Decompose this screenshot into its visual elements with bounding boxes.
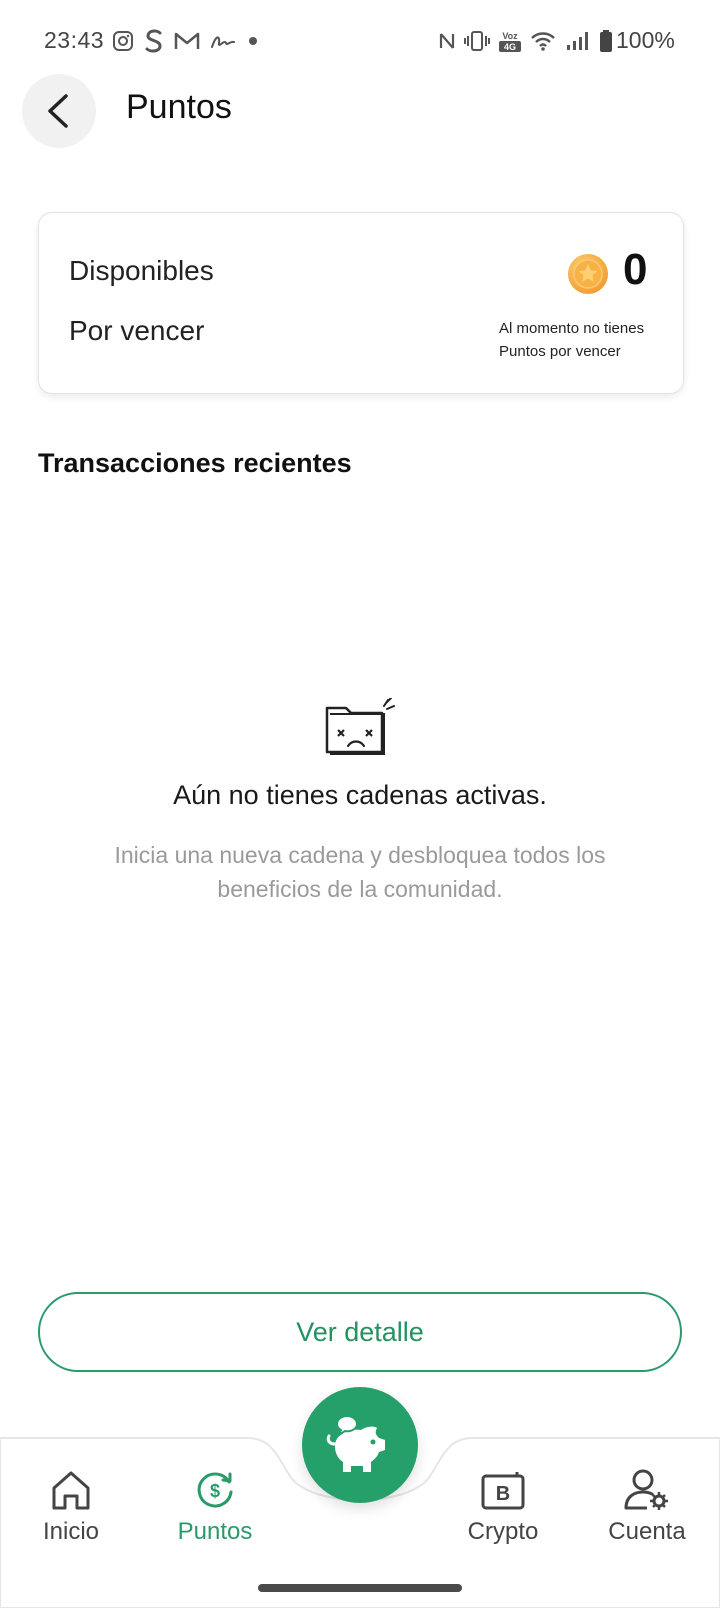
volte-icon: Voz 4G <box>499 31 521 52</box>
sad-folder-icon <box>325 698 395 755</box>
transactions-title: Transacciones recientes <box>38 448 352 478</box>
page-title: Puntos <box>126 88 232 126</box>
back-arrow-icon <box>48 94 68 128</box>
wifi-icon <box>531 32 555 51</box>
coin-icon <box>568 254 608 294</box>
nav-crypto[interactable]: B Crypto <box>443 1468 563 1546</box>
account-settings-icon <box>624 1469 668 1510</box>
nav-cuenta[interactable]: Cuenta <box>587 1468 707 1546</box>
s-icon <box>145 29 162 53</box>
nav-crypto-label: Crypto <box>467 1518 539 1545</box>
nav-inicio[interactable]: Inicio <box>11 1468 131 1546</box>
empty-state-title: Aún no tienes cadenas activas. <box>173 780 547 810</box>
svg-text:$: $ <box>210 1481 220 1501</box>
available-label: Disponibles <box>69 255 214 286</box>
expiring-message-line2: Puntos por vencer <box>499 343 621 360</box>
vibrate-icon <box>464 31 490 51</box>
nav-inicio-label: Inicio <box>42 1518 100 1545</box>
points-card: Disponibles Por vencer 0 Al momento no t… <box>38 212 684 394</box>
empty-state-description: Inicia una nueva cadena y desbloquea tod… <box>60 838 660 906</box>
home-icon <box>52 1471 90 1510</box>
empty-description-line1: Inicia una nueva cadena y desbloquea tod… <box>114 842 606 868</box>
expiring-message-line1: Al momento no tienes <box>499 320 645 337</box>
svg-text:B: B <box>496 1483 510 1505</box>
signature-icon <box>211 36 235 48</box>
svg-text:Voz: Voz <box>502 31 518 41</box>
back-button[interactable] <box>22 74 96 148</box>
gmail-icon <box>174 32 200 49</box>
nfc-icon <box>439 33 455 49</box>
nav-puntos[interactable]: $ Puntos <box>155 1468 275 1546</box>
expiring-message: Al momento no tienes Puntos por vencer <box>499 317 669 363</box>
points-cycle-icon: $ <box>197 1472 233 1508</box>
battery-icon <box>600 30 612 52</box>
status-bar: 23:43 Voz 4G 100% <box>0 0 720 84</box>
system-icons: Voz 4G <box>438 27 614 55</box>
signal-icon <box>567 32 588 50</box>
expiring-label: Por vencer <box>69 315 205 346</box>
view-detail-button[interactable]: Ver detalle <box>38 1292 682 1372</box>
svg-text:4G: 4G <box>504 42 516 52</box>
fab-piggy-button[interactable] <box>302 1387 418 1503</box>
status-time: 23:43 <box>44 27 105 53</box>
nav-cuenta-label: Cuenta <box>608 1518 686 1545</box>
empty-description-line2: beneficios de la comunidad. <box>217 876 503 902</box>
piggy-bank-chat-icon <box>326 1414 385 1472</box>
notification-icons <box>112 27 260 55</box>
available-points-value: 0 <box>623 245 648 294</box>
instagram-icon <box>113 31 133 51</box>
battery-percent: 100% <box>616 27 675 53</box>
home-indicator[interactable] <box>258 1584 462 1592</box>
dot-icon <box>249 37 257 45</box>
nav-puntos-label: Puntos <box>177 1518 253 1545</box>
crypto-wallet-icon: B <box>481 1472 525 1510</box>
